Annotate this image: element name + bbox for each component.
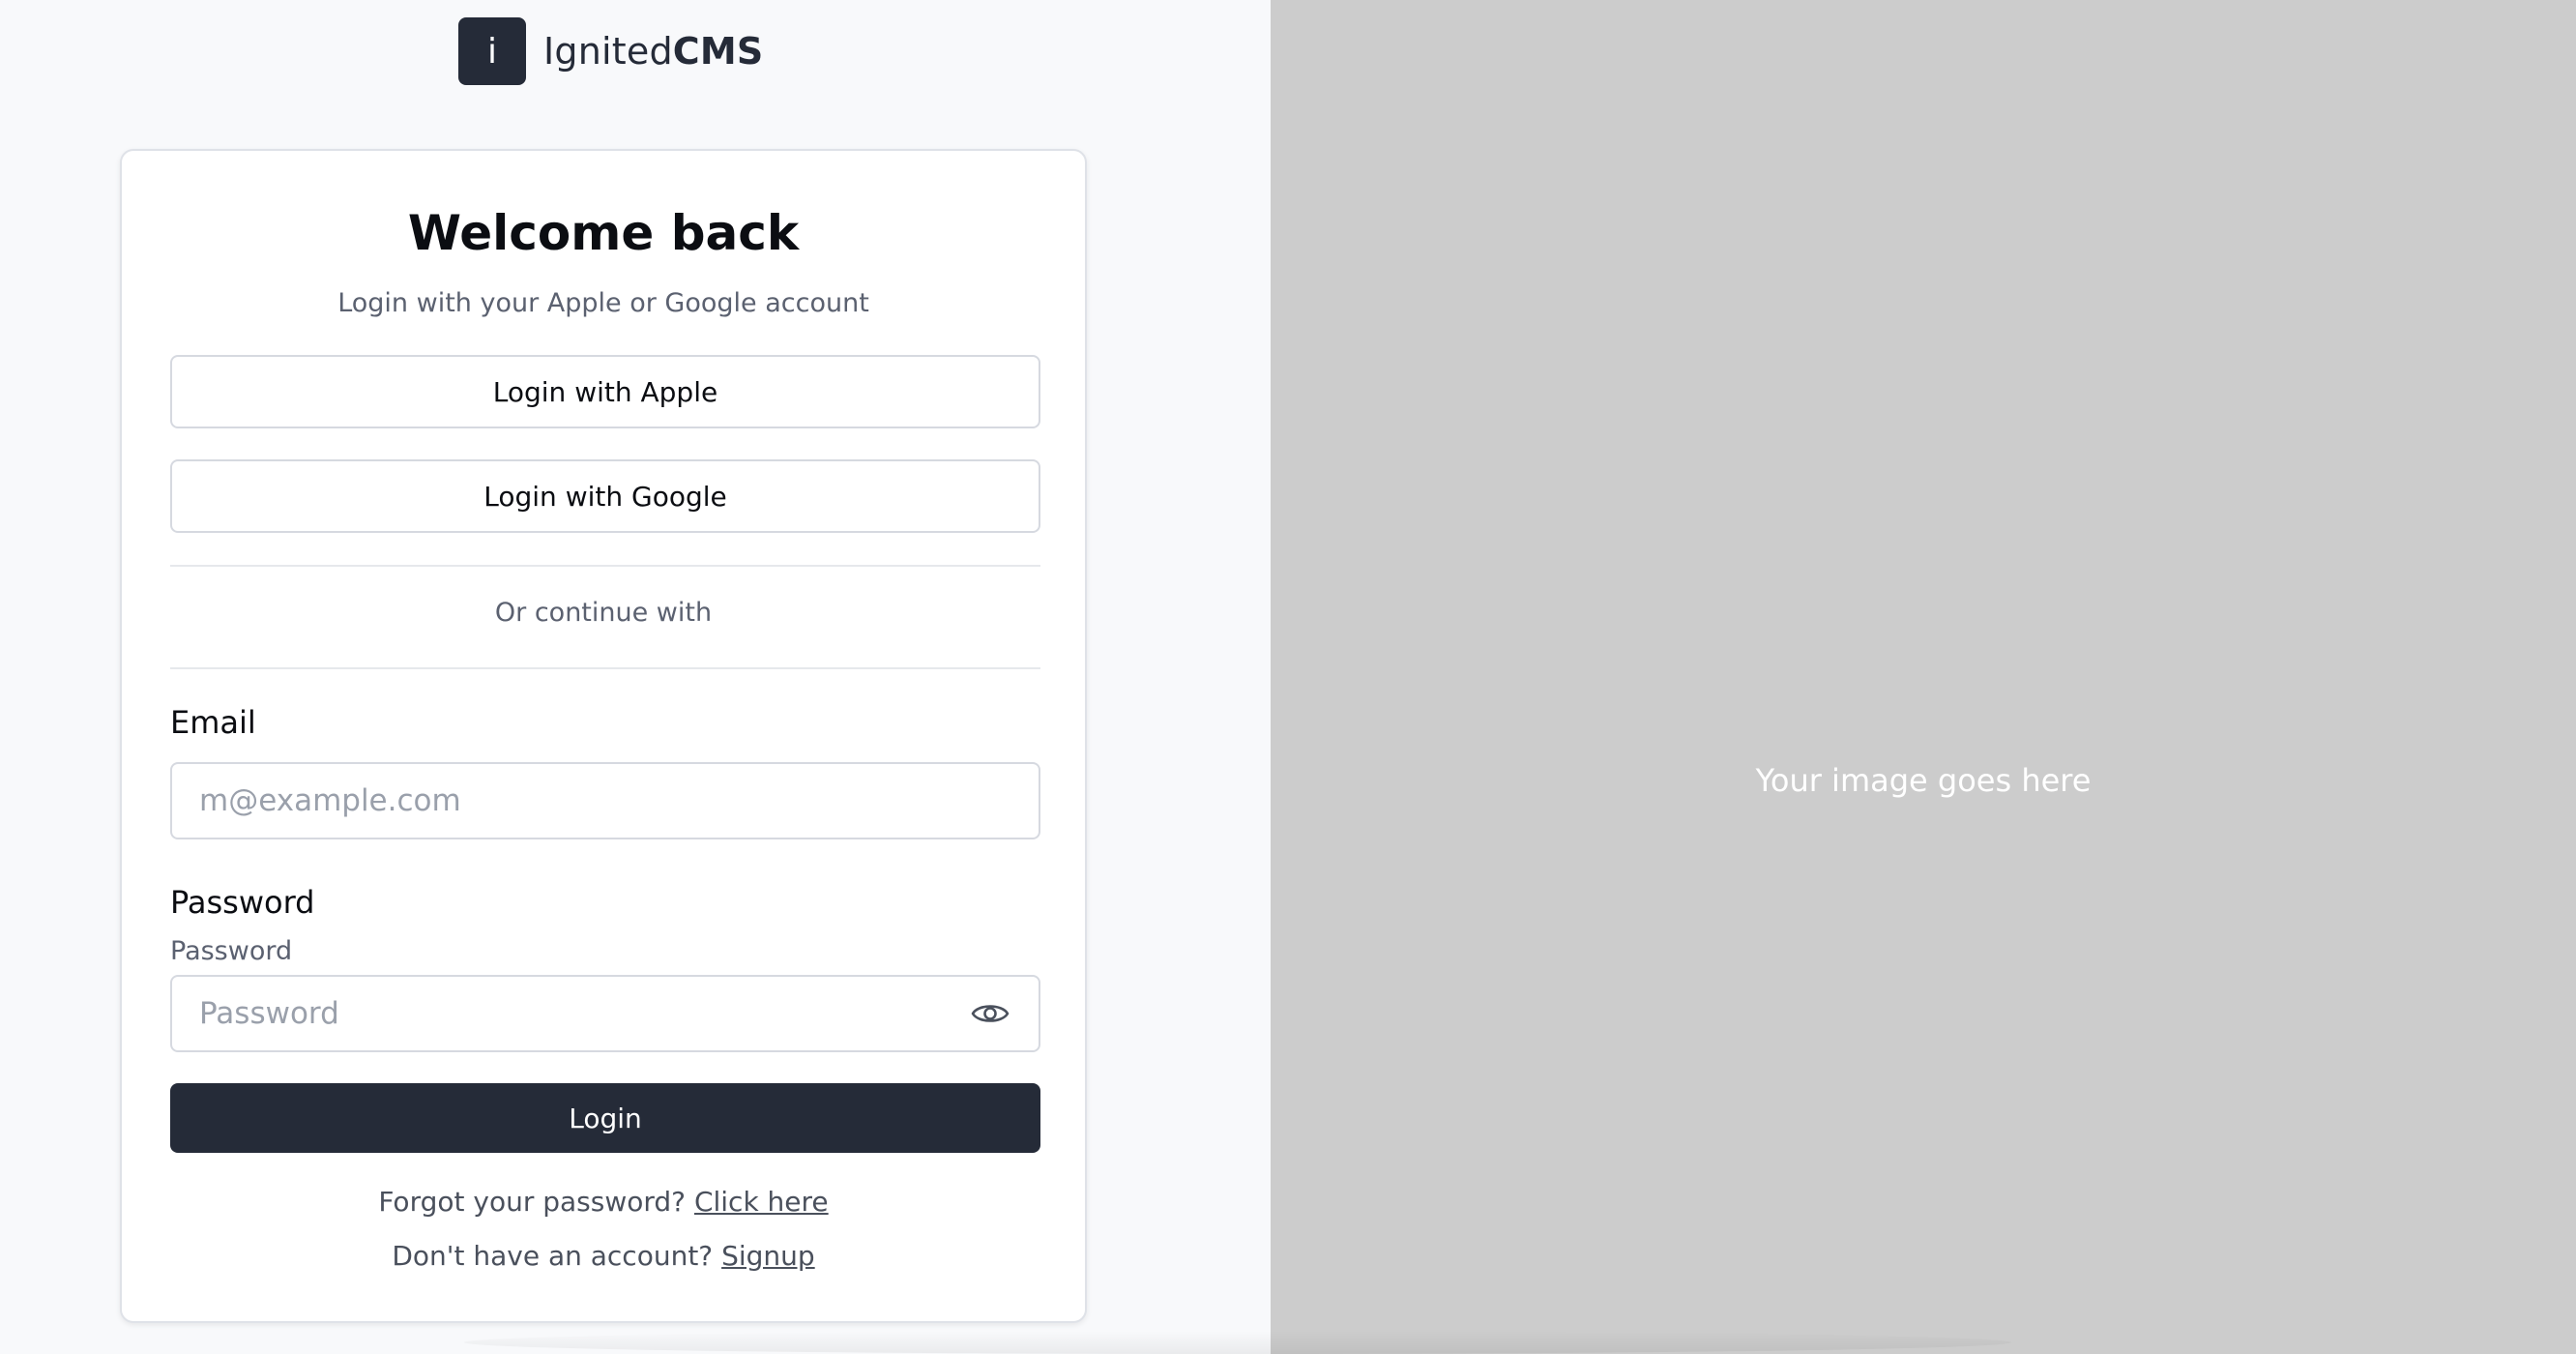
- login-with-apple-label: Login with Apple: [492, 375, 718, 408]
- login-button[interactable]: Login: [170, 1083, 1040, 1153]
- login-button-label: Login: [569, 1102, 642, 1134]
- brand: i IgnitedCMS: [458, 17, 763, 85]
- email-label: Email: [170, 704, 256, 741]
- divider-text: Or continue with: [494, 598, 713, 628]
- login-with-google-label: Login with Google: [483, 480, 727, 513]
- brand-name-bold: CMS: [672, 30, 764, 73]
- login-with-google-button[interactable]: Login with Google: [170, 459, 1040, 533]
- brand-name: IgnitedCMS: [543, 30, 763, 73]
- password-label: Password: [170, 884, 315, 921]
- login-pane: i IgnitedCMS Welcome back Login with you…: [0, 0, 1271, 1354]
- forgot-password-text: Forgot your password?: [378, 1186, 687, 1218]
- password-sublabel: Password: [170, 936, 293, 966]
- brand-name-regular: Ignited: [543, 30, 673, 73]
- card-subtitle: Login with your Apple or Google account: [337, 288, 869, 318]
- login-card: Welcome back Login with your Apple or Go…: [120, 149, 1087, 1323]
- brand-logo: i: [458, 17, 526, 85]
- login-page: i IgnitedCMS Welcome back Login with you…: [0, 0, 2576, 1354]
- email-field[interactable]: [170, 762, 1040, 839]
- image-panel: Your image goes here: [1271, 0, 2576, 1354]
- divider-top: [170, 565, 1040, 567]
- eye-icon[interactable]: [971, 996, 1010, 1031]
- login-with-apple-button[interactable]: Login with Apple: [170, 355, 1040, 428]
- brand-logo-letter: i: [486, 31, 497, 72]
- card-title: Welcome back: [407, 205, 800, 261]
- signup-link[interactable]: Signup: [721, 1240, 815, 1272]
- password-field[interactable]: [170, 975, 1040, 1052]
- bottom-shadow: [464, 1331, 2011, 1354]
- signup-line: Don't have an account? Signup: [122, 1240, 1085, 1272]
- image-placeholder-text: Your image goes here: [1755, 762, 2092, 799]
- divider-bottom: [170, 667, 1040, 669]
- forgot-password-line: Forgot your password? Click here: [122, 1186, 1085, 1218]
- signup-text: Don't have an account?: [392, 1240, 714, 1272]
- forgot-password-link[interactable]: Click here: [694, 1186, 829, 1218]
